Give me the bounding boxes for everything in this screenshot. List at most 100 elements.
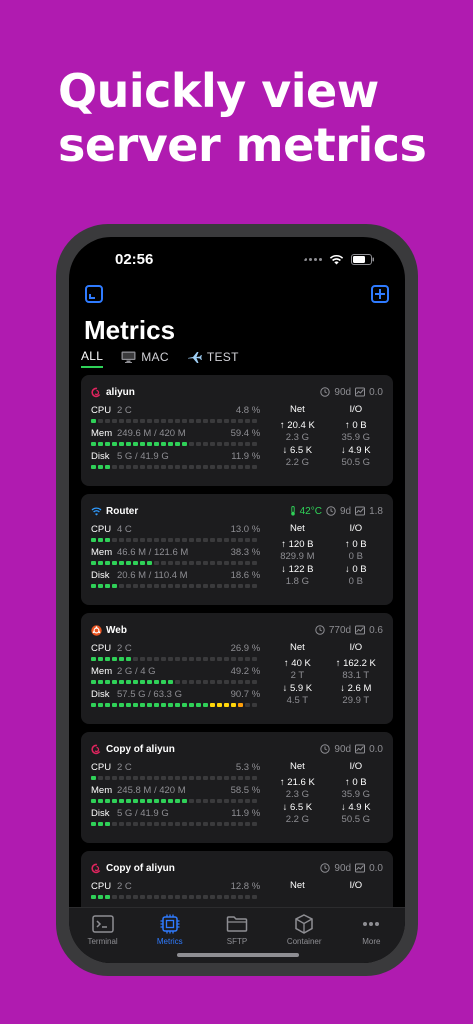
bar-segment bbox=[245, 584, 250, 588]
mem-label: Mem bbox=[91, 546, 113, 558]
io-up-rate bbox=[329, 896, 383, 907]
bar-segment bbox=[182, 442, 187, 446]
bar-segment bbox=[217, 776, 222, 780]
bar-segment bbox=[203, 419, 208, 423]
bar-segment bbox=[224, 584, 229, 588]
bar-segment bbox=[154, 419, 159, 423]
server-name: aliyun bbox=[106, 386, 135, 398]
bar-segment bbox=[182, 895, 187, 899]
bar-segment bbox=[98, 584, 103, 588]
resource-column: CPU 4 C 13.0 % Mem 46.6 M / 121.6 M 38.3… bbox=[91, 523, 260, 592]
bar-segment bbox=[147, 419, 152, 423]
group-tabs: ALL MAC TEST bbox=[81, 349, 239, 368]
net-down-total: 2.2 G bbox=[285, 457, 309, 468]
bar-segment bbox=[245, 442, 250, 446]
bar-segment bbox=[189, 822, 194, 826]
cpu-label: CPU bbox=[91, 523, 112, 535]
bar-segment bbox=[133, 657, 138, 661]
server-card[interactable]: Copy of aliyun 90d 0.0 CPU 2 C 12.8 % Ne… bbox=[81, 851, 393, 907]
bar-segment bbox=[147, 703, 152, 707]
bar-segment bbox=[245, 776, 250, 780]
bar-segment bbox=[147, 895, 152, 899]
bar-segment bbox=[238, 419, 243, 423]
bar-segment bbox=[196, 584, 201, 588]
bar-segment bbox=[168, 895, 173, 899]
bar-segment bbox=[168, 561, 173, 565]
bar-segment bbox=[119, 822, 124, 826]
server-meta: 90d 0.0 bbox=[320, 744, 383, 755]
bar-segment bbox=[217, 799, 222, 803]
bar-segment bbox=[168, 419, 173, 423]
bar-segment bbox=[245, 799, 250, 803]
bar-segment bbox=[210, 776, 215, 780]
bar-segment bbox=[238, 657, 243, 661]
tab-all[interactable]: ALL bbox=[81, 349, 104, 368]
server-card[interactable]: Copy of aliyun 90d 0.0 CPU 2 C 5.3 % Mem… bbox=[81, 732, 393, 843]
server-card[interactable]: Router 42°C 9d 1.8 CPU 4 C 13.0 % Mem 46… bbox=[81, 494, 393, 605]
uptime-clock-icon bbox=[320, 863, 331, 873]
bar-segment bbox=[154, 584, 159, 588]
tab-test[interactable]: TEST bbox=[187, 349, 239, 368]
bar-segment bbox=[126, 465, 131, 469]
bar-segment bbox=[147, 584, 152, 588]
bar-segment bbox=[147, 799, 152, 803]
load-chart-icon bbox=[355, 863, 366, 873]
bar-segment bbox=[182, 657, 187, 661]
bar-segment bbox=[91, 776, 96, 780]
disk-bar bbox=[91, 822, 260, 826]
bar-segment bbox=[126, 895, 131, 899]
disk-value: 57.5 G / 63.3 G bbox=[117, 688, 182, 700]
disk-label: Disk bbox=[91, 807, 110, 819]
cpu-percent: 5.3 % bbox=[235, 761, 261, 773]
bar-segment bbox=[161, 895, 166, 899]
server-card[interactable]: Web 770d 0.6 CPU 2 C 26.9 % Mem 2 G / 4 … bbox=[81, 613, 393, 724]
mem-bar bbox=[91, 680, 260, 684]
net-up-rate: ↑ 20.4 K bbox=[279, 420, 315, 431]
io-down-rate: ↓ 4.9 K bbox=[341, 802, 371, 813]
bar-segment bbox=[98, 703, 103, 707]
bar-segment bbox=[168, 538, 173, 542]
bar-segment bbox=[210, 584, 215, 588]
bar-segment bbox=[91, 584, 96, 588]
tabbar-label: More bbox=[362, 937, 381, 946]
net-up-total: 2.3 G bbox=[285, 432, 309, 443]
sidebar-toggle-button[interactable] bbox=[85, 285, 103, 303]
bar-segment bbox=[238, 561, 243, 565]
add-server-button[interactable] bbox=[371, 285, 389, 303]
uptime-clock-icon bbox=[326, 506, 336, 516]
bar-segment bbox=[112, 895, 117, 899]
bar-segment bbox=[210, 561, 215, 565]
bar-segment bbox=[133, 419, 138, 423]
server-name: Router bbox=[106, 505, 139, 517]
bar-segment bbox=[189, 419, 194, 423]
bar-segment bbox=[91, 538, 96, 542]
airplane-icon bbox=[187, 352, 202, 363]
uptime-clock-icon bbox=[320, 744, 331, 754]
bar-segment bbox=[140, 680, 145, 684]
bar-segment bbox=[238, 895, 243, 899]
bar-segment bbox=[140, 799, 145, 803]
server-card[interactable]: aliyun 90d 0.0 CPU 2 C 4.8 % Mem 249.6 M… bbox=[81, 375, 393, 486]
bar-segment bbox=[126, 538, 131, 542]
bar-segment bbox=[112, 538, 117, 542]
bar-segment bbox=[161, 776, 166, 780]
bar-segment bbox=[210, 895, 215, 899]
bar-segment bbox=[154, 799, 159, 803]
resource-column: CPU 2 C 4.8 % Mem 249.6 M / 420 M 59.4 %… bbox=[91, 404, 260, 473]
bar-segment bbox=[133, 680, 138, 684]
bar-segment bbox=[147, 561, 152, 565]
bar-segment bbox=[175, 538, 180, 542]
bar-segment bbox=[98, 442, 103, 446]
uptime-value: 90d bbox=[334, 743, 352, 755]
tab-mac[interactable]: MAC bbox=[121, 349, 169, 368]
bar-segment bbox=[189, 776, 194, 780]
bar-segment bbox=[98, 776, 103, 780]
tabbar-more[interactable]: More bbox=[341, 914, 401, 963]
load-value: 1.8 bbox=[369, 505, 383, 517]
tabbar-terminal[interactable]: Terminal bbox=[73, 914, 133, 963]
bar-segment bbox=[168, 584, 173, 588]
server-card-body: CPU 4 C 13.0 % Mem 46.6 M / 121.6 M 38.3… bbox=[91, 523, 383, 592]
bar-segment bbox=[119, 561, 124, 565]
bar-segment bbox=[175, 657, 180, 661]
bar-segment bbox=[182, 822, 187, 826]
